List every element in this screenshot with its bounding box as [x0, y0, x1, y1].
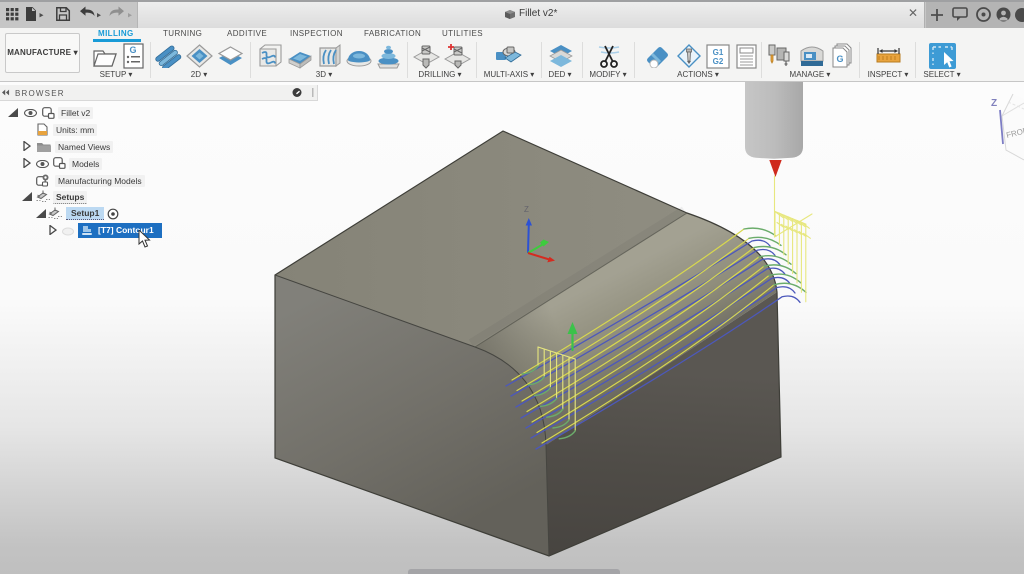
- svg-text:G: G: [129, 45, 136, 55]
- svg-text:Z: Z: [524, 205, 529, 214]
- svg-text:G2: G2: [713, 57, 724, 66]
- svg-text:G: G: [836, 54, 843, 64]
- svg-text:G1: G1: [713, 48, 724, 57]
- svg-text:Z: Z: [991, 98, 997, 109]
